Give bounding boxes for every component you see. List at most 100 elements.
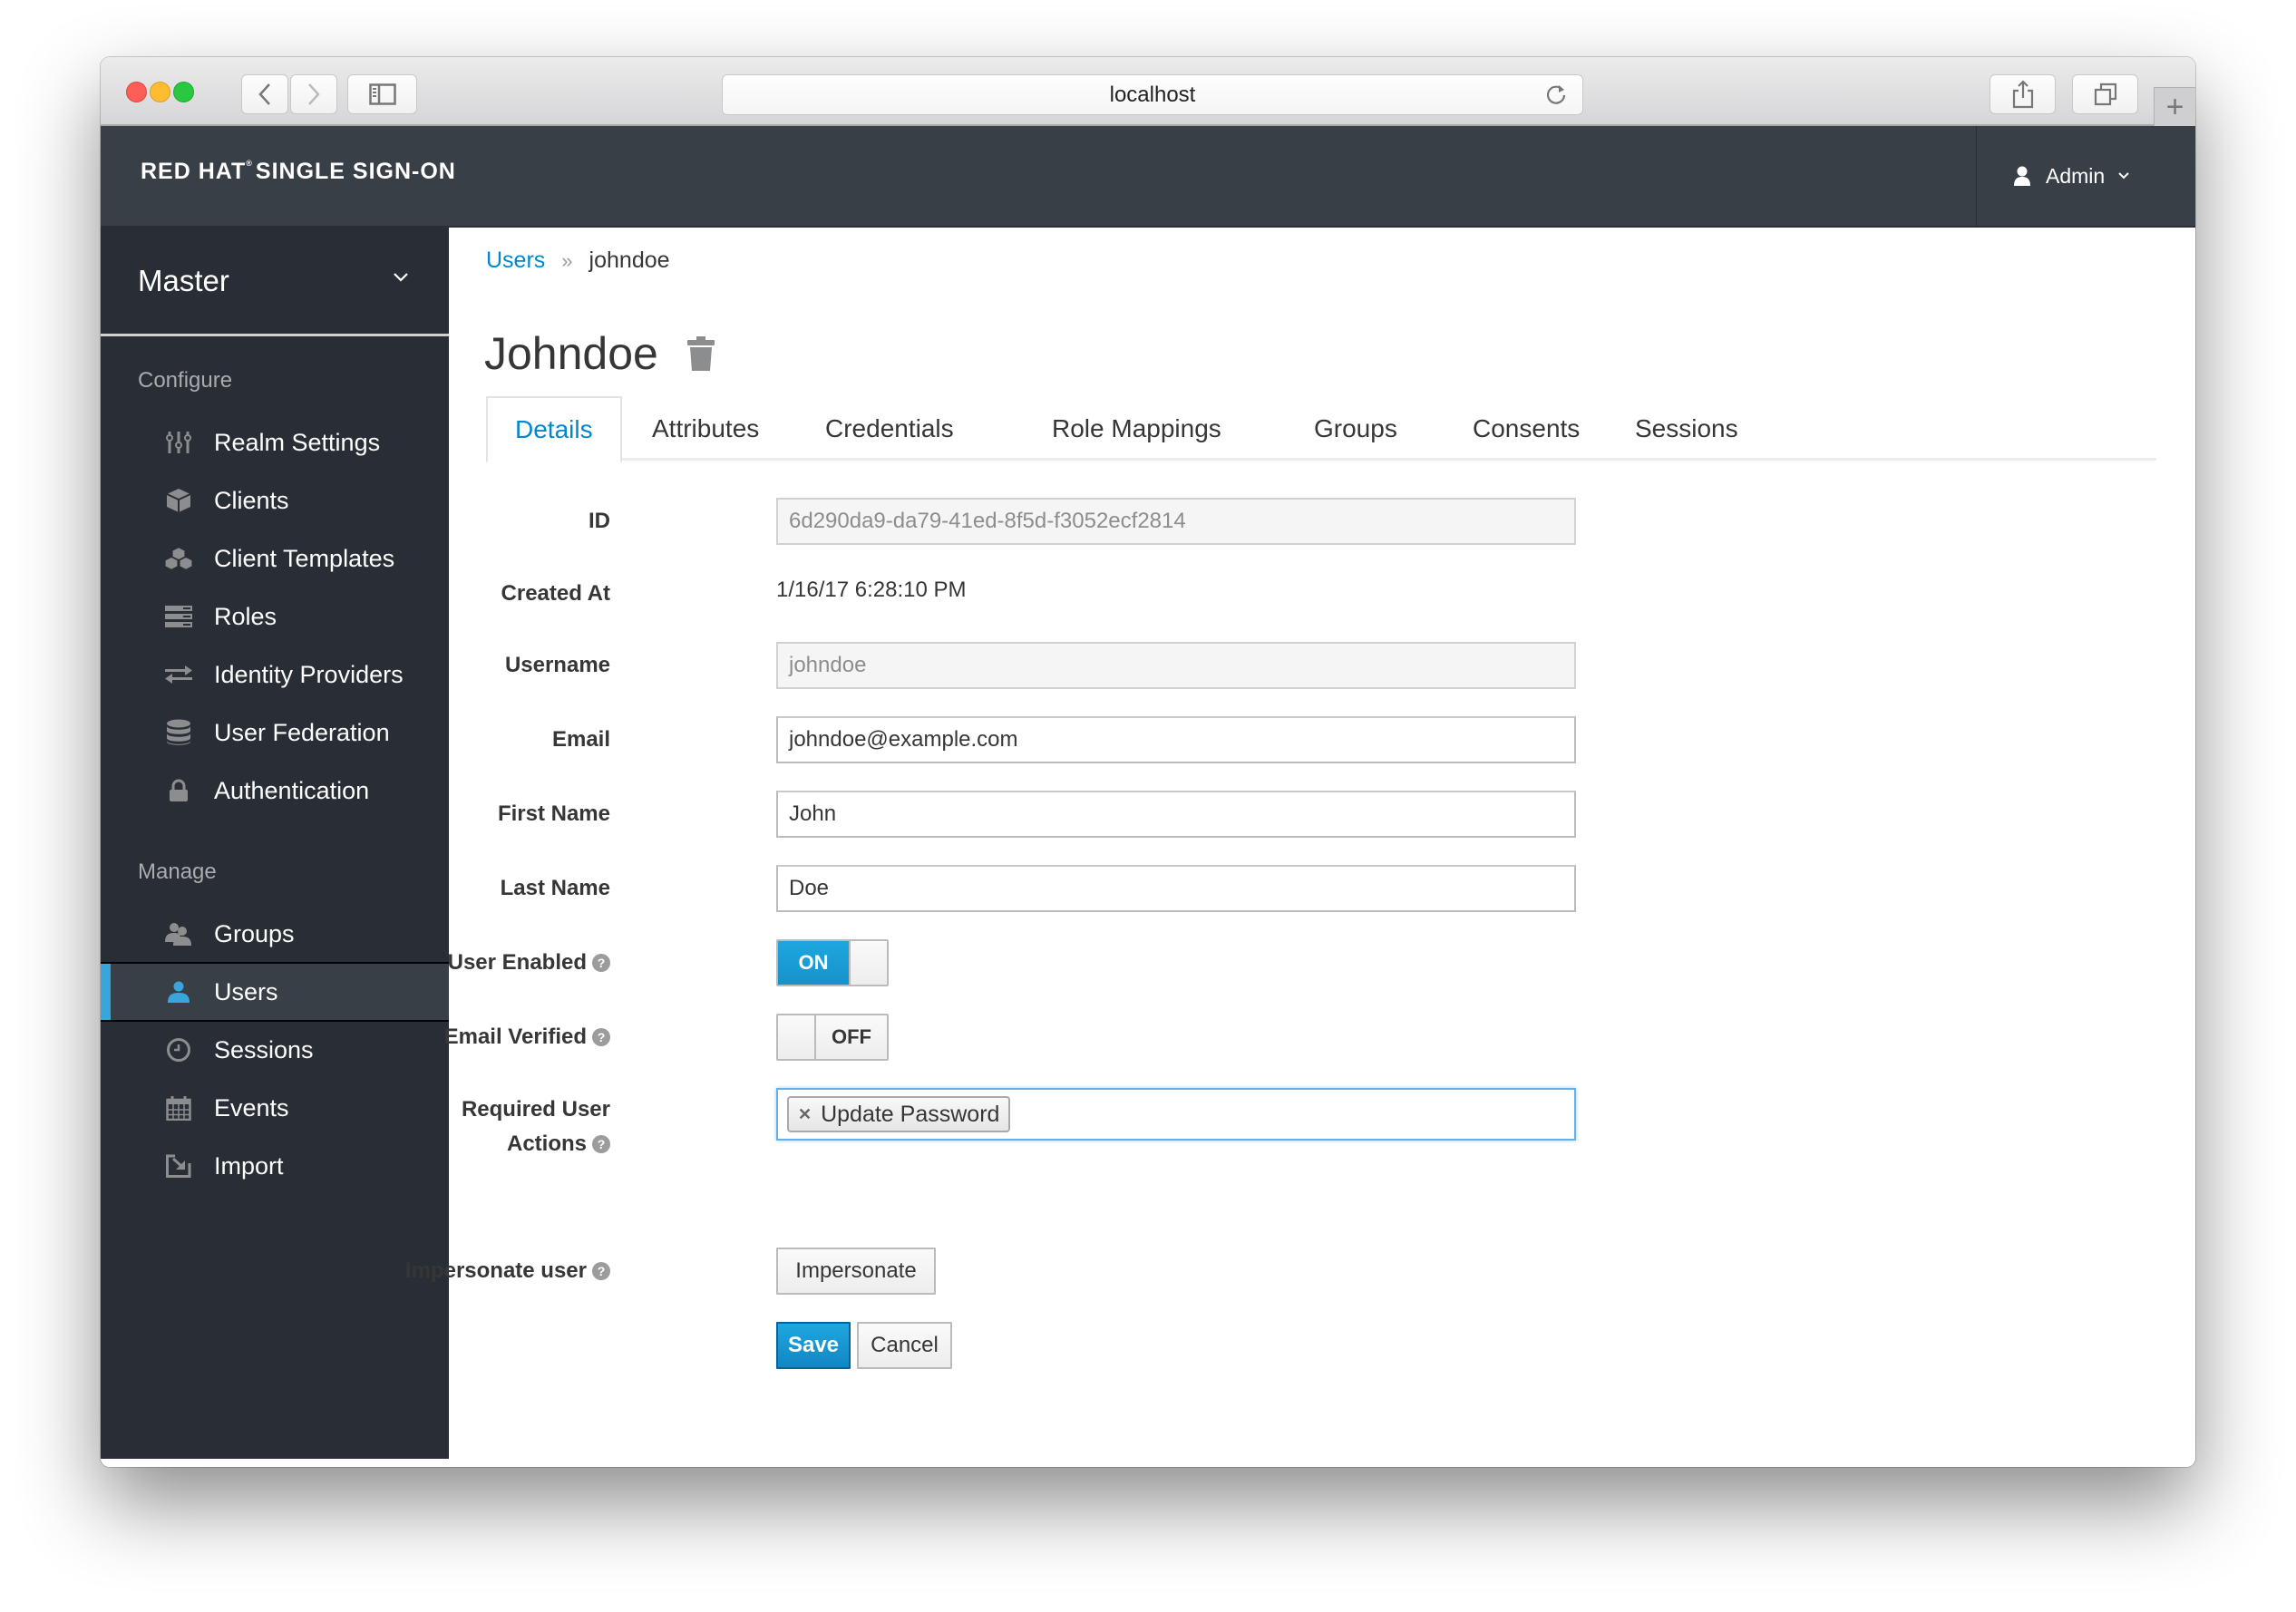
impersonate-label: Impersonate user ?: [405, 1258, 610, 1284]
user-menu-label: Admin: [2046, 163, 2106, 188]
impersonate-button[interactable]: Impersonate: [776, 1248, 936, 1295]
minimize-window-button[interactable]: [150, 82, 170, 102]
trash-icon[interactable]: [686, 336, 716, 371]
zoom-window-button[interactable]: [173, 82, 194, 102]
first-name-label: First Name: [497, 801, 610, 826]
tab-consents[interactable]: Consents: [1445, 396, 1607, 461]
tab-attributes[interactable]: Attributes: [625, 396, 786, 461]
sliders-icon: [164, 428, 193, 457]
sidebar-item-label: Realm Settings: [214, 428, 381, 456]
username-label: Username: [504, 653, 610, 677]
help-icon[interactable]: ?: [592, 1262, 610, 1280]
sidebar-item-sessions[interactable]: Sessions: [101, 1022, 449, 1078]
sidebar-toggle-button[interactable]: [347, 74, 417, 114]
close-window-button[interactable]: [126, 82, 147, 102]
tabs-overview-button[interactable]: [2072, 74, 2138, 114]
sidebar-item-client-templates[interactable]: Client Templates: [101, 530, 449, 587]
reload-icon[interactable]: [1542, 82, 1570, 109]
sidebar-item-label: Users: [214, 977, 278, 1005]
sidebar-item-label: Groups: [214, 919, 295, 947]
sidebar-item-groups[interactable]: Groups: [101, 906, 449, 962]
breadcrumb-separator: »: [561, 248, 573, 272]
sidebar-item-clients[interactable]: Clients: [101, 472, 449, 529]
user-enabled-label: User Enabled ?: [448, 950, 610, 976]
clock-icon: [164, 1035, 193, 1064]
list-icon: [164, 602, 193, 631]
page-title: Johndoe: [484, 328, 658, 379]
username-field[interactable]: johndoe: [776, 642, 1576, 689]
tab-sessions[interactable]: Sessions: [1608, 396, 1766, 461]
email-field[interactable]: johndoe@example.com: [776, 716, 1576, 763]
sidebar-item-label: Events: [214, 1093, 289, 1122]
app-header: RED HAT® SINGLE SIGN-ON Admin: [101, 126, 2195, 228]
cancel-button[interactable]: Cancel: [857, 1322, 952, 1369]
cubes-icon: [164, 544, 193, 573]
new-tab-button[interactable]: +: [2154, 87, 2195, 126]
breadcrumb: Users » johndoe: [486, 248, 670, 274]
help-icon[interactable]: ?: [592, 1028, 610, 1046]
tab-details[interactable]: Details: [486, 396, 622, 463]
required-action-chip: ✕ Update Password: [787, 1096, 1011, 1132]
main-content: Users » johndoe Johndoe Details Attribut…: [405, 228, 2195, 1459]
created-at-label: Created At: [501, 581, 610, 606]
sidebar-item-import[interactable]: Import: [101, 1138, 449, 1194]
user-menu[interactable]: Admin: [1976, 126, 2195, 226]
database-icon: [164, 718, 193, 747]
id-field[interactable]: 6d290da9-da79-41ed-8f5d-f3052ecf2814: [776, 498, 1576, 545]
email-verified-toggle[interactable]: OFF: [776, 1014, 889, 1061]
sidebar-item-label: Clients: [214, 486, 289, 514]
chevron-down-icon: [2118, 172, 2129, 180]
sidebar-icon: [368, 83, 396, 105]
toggle-state: ON: [778, 941, 849, 985]
manage-heading: Manage: [138, 859, 217, 884]
realm-name: Master: [138, 263, 229, 297]
breadcrumb-users-link[interactable]: Users: [486, 248, 545, 274]
sidebar-item-identity-providers[interactable]: Identity Providers: [101, 646, 449, 703]
user-icon: [164, 977, 193, 1006]
cube-icon: [164, 486, 193, 515]
toggle-state: OFF: [816, 1015, 887, 1059]
sidebar-item-realm-settings[interactable]: Realm Settings: [101, 414, 449, 471]
user-enabled-toggle[interactable]: ON: [776, 939, 889, 986]
realm-selector[interactable]: Master: [101, 228, 449, 336]
sidebar-item-roles[interactable]: Roles: [101, 588, 449, 645]
tab-role-mappings[interactable]: Role Mappings: [1025, 396, 1249, 461]
share-icon: [2012, 80, 2033, 109]
sidebar-item-label: Sessions: [214, 1035, 314, 1063]
window-bottom-edge: [101, 1459, 2195, 1467]
remove-chip-icon[interactable]: ✕: [798, 1105, 812, 1124]
created-at-value: 1/16/17 6:28:10 PM: [776, 578, 967, 602]
sidebar-item-label: Identity Providers: [214, 660, 404, 688]
address-bar[interactable]: localhost: [722, 74, 1583, 115]
help-icon[interactable]: ?: [592, 1135, 610, 1153]
lock-icon: [164, 776, 193, 805]
sidebar-item-label: Client Templates: [214, 544, 395, 572]
sidebar: Master Configure Realm Settings Clients …: [101, 228, 449, 1459]
users-icon: [164, 919, 193, 948]
last-name-field[interactable]: Doe: [776, 865, 1576, 912]
sidebar-item-label: Roles: [214, 602, 277, 630]
first-name-field[interactable]: John: [776, 791, 1576, 838]
tabs-icon: [2094, 83, 2116, 106]
sidebar-item-user-federation[interactable]: User Federation: [101, 704, 449, 761]
share-button[interactable]: [1990, 74, 2056, 114]
calendar-icon: [164, 1093, 193, 1122]
save-button[interactable]: Save: [776, 1322, 851, 1369]
required-actions-select[interactable]: ✕ Update Password: [776, 1088, 1576, 1141]
back-button[interactable]: [241, 74, 288, 114]
sidebar-item-users[interactable]: Users: [101, 962, 449, 1022]
breadcrumb-current: johndoe: [589, 248, 670, 273]
email-label: Email: [551, 727, 610, 752]
forward-button[interactable]: [290, 74, 337, 114]
user-tabs: Details Attributes Credentials Role Mapp…: [486, 396, 2156, 463]
brand-logo: RED HAT® SINGLE SIGN-ON: [141, 159, 456, 184]
help-icon[interactable]: ?: [592, 954, 610, 972]
email-verified-label: Email Verified ?: [444, 1024, 610, 1050]
tab-groups[interactable]: Groups: [1287, 396, 1425, 461]
sidebar-item-authentication[interactable]: Authentication: [101, 762, 449, 819]
chevron-down-icon: [394, 273, 408, 282]
tab-credentials[interactable]: Credentials: [798, 396, 981, 461]
plus-icon: +: [2165, 89, 2184, 124]
sidebar-item-events[interactable]: Events: [101, 1080, 449, 1136]
sidebar-item-label: Import: [214, 1151, 284, 1180]
